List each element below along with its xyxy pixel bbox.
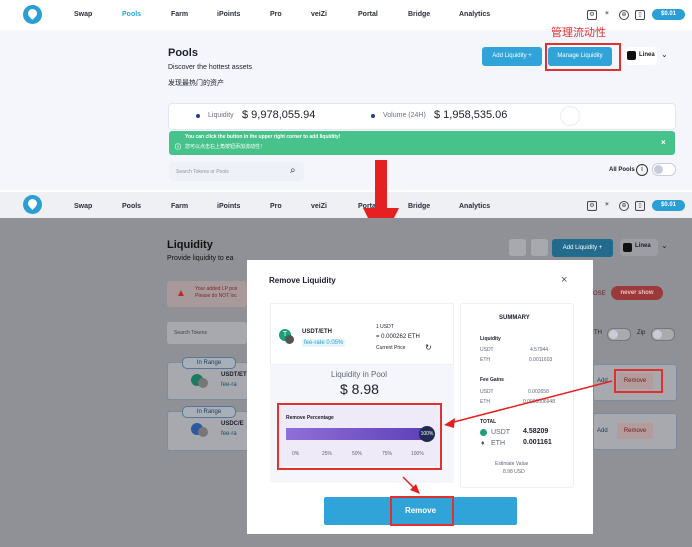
annotation-arrows (402, 380, 613, 494)
arrow-line (449, 380, 613, 424)
arrow-head (444, 418, 455, 428)
